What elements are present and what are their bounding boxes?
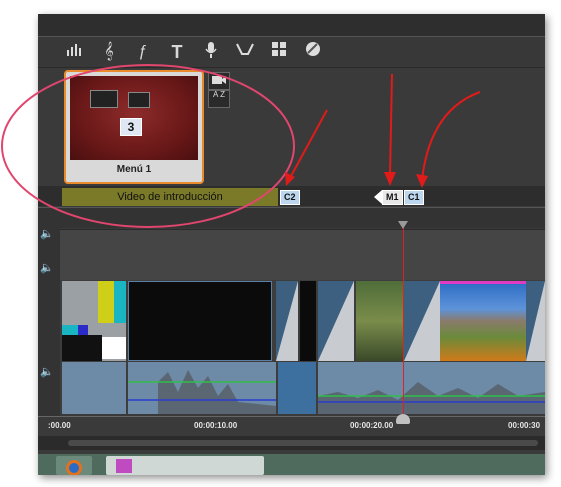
annotation-overlay (1, 64, 481, 228)
arrowhead (285, 172, 295, 186)
annotation-arrow (389, 73, 393, 177)
annotation-arrow (289, 109, 328, 179)
highlight-circle (1, 64, 295, 228)
arrowhead (384, 172, 396, 186)
annotation-arrow (421, 91, 481, 181)
arrowhead (416, 174, 428, 188)
